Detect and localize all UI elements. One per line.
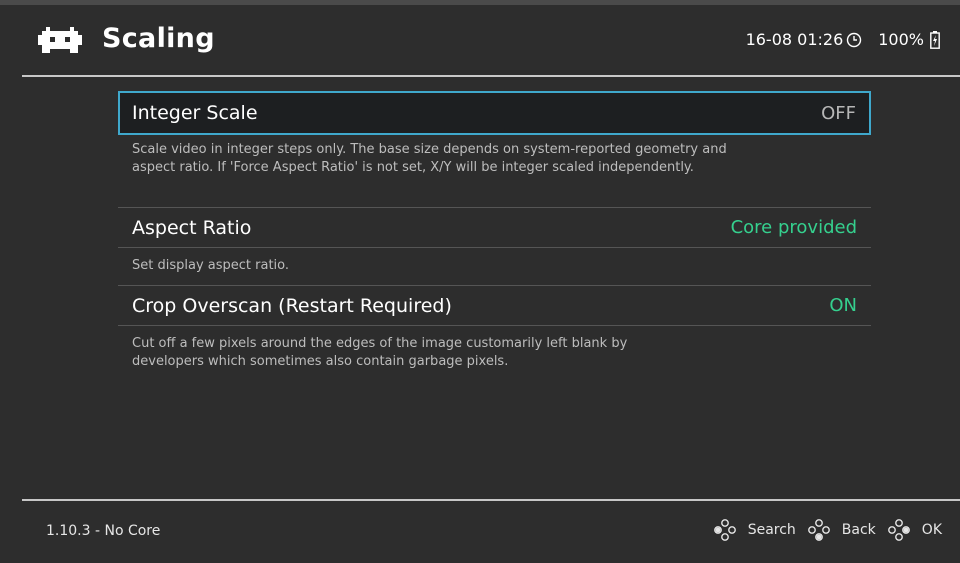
battery-percent: 100% [878,30,924,49]
setting-label: Aspect Ratio [132,216,252,239]
setting-description: Cut off a few pixels around the edges of… [118,326,871,370]
settings-list: Integer Scale OFF Scale video in integer… [118,91,871,370]
ok-action[interactable]: OK [922,522,942,538]
battery-charging-icon [930,30,940,49]
description-text: Set display aspect ratio. [132,258,290,273]
gamepad-buttons-icon [713,519,736,541]
setting-description: Scale video in integer steps only. The b… [118,135,871,207]
datetime-text: 16-08 01:26 [745,30,844,49]
setting-value: OFF [821,102,856,124]
header-bar: Scaling 16-08 01:26 100% [0,5,960,75]
footer-divider [22,499,960,501]
version-text: 1.10.3 - No Core [46,523,161,539]
gamepad-buttons-icon [807,519,830,541]
retroarch-invader-icon [38,27,82,53]
setting-label: Integer Scale [132,102,258,124]
description-text: Scale video in integer steps only. The b… [132,142,727,175]
setting-crop-overscan[interactable]: Crop Overscan (Restart Required) ON [118,286,871,325]
gamepad-buttons-icon [887,519,910,541]
setting-label: Crop Overscan (Restart Required) [132,294,452,317]
setting-value: ON [829,295,857,316]
back-action[interactable]: Back [842,522,876,538]
search-action[interactable]: Search [748,522,796,538]
footer-actions: Search Back OK [713,519,942,541]
setting-integer-scale[interactable]: Integer Scale OFF [118,91,871,135]
description-text: Cut off a few pixels around the edges of… [132,336,628,369]
setting-aspect-ratio[interactable]: Aspect Ratio Core provided [118,208,871,247]
clock-icon [847,32,862,47]
status-area: 16-08 01:26 100% [746,30,940,49]
header-divider [22,75,960,77]
setting-description: Set display aspect ratio. [118,248,871,285]
page-title: Scaling [102,23,215,54]
setting-value: Core provided [730,217,857,238]
